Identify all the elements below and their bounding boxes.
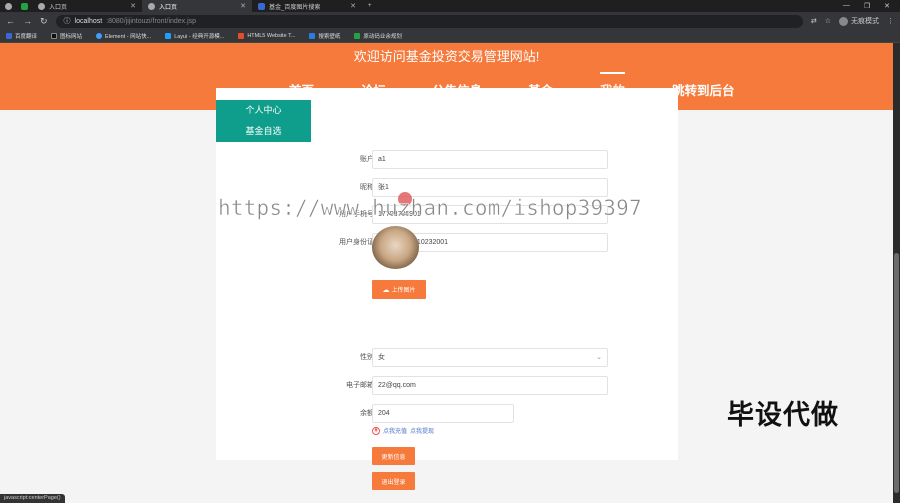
- info-icon: ⓘ: [63, 18, 71, 25]
- balance-row: 余额 204: [310, 404, 610, 424]
- bookmark-item[interactable]: Element - 网站快...: [96, 32, 151, 40]
- incognito-icon: [839, 16, 848, 26]
- bookmark-icon: [165, 33, 172, 39]
- window-controls: — ❐ ✕: [843, 2, 900, 10]
- sidebar-menu: 个人中心 基金自选: [216, 100, 311, 142]
- url-field[interactable]: ⓘ localhost:8080/jijintouzi/front/index.…: [55, 14, 803, 28]
- nav-admin[interactable]: 跳转到后台: [672, 80, 735, 99]
- gender-row: 性别 女 ⌄: [310, 348, 610, 368]
- globe-icon: [38, 2, 45, 10]
- balance-actions: ¥ 点我充值 点我提现: [372, 426, 434, 435]
- chevron-down-icon: ⌄: [596, 354, 602, 361]
- account-field[interactable]: a1: [372, 150, 608, 169]
- bookmark-item[interactable]: 搜索壁纸: [309, 32, 340, 40]
- bookmark-icon: [354, 33, 361, 39]
- bookmark-item[interactable]: 百度翻译: [6, 32, 37, 40]
- browser-tab-image-search[interactable]: 基金_百度图片搜索 ✕: [252, 0, 362, 12]
- page-scrollbar[interactable]: [893, 43, 900, 503]
- sidebar-item-profile[interactable]: 个人中心: [216, 100, 311, 121]
- bookmark-icon: [6, 33, 12, 39]
- brand-mark: 毕设代做: [727, 400, 839, 430]
- menu-icon[interactable]: ⋮: [887, 17, 894, 25]
- incognito-profile[interactable]: 无痕模式: [839, 16, 879, 26]
- translate-icon[interactable]: ⇄: [811, 17, 817, 25]
- avatar: [372, 226, 419, 269]
- star-icon[interactable]: ☆: [825, 17, 831, 25]
- bookmarks-bar: 百度翻译 图标网站 Element - 网站快... Layui - 经典开源模…: [0, 30, 900, 43]
- nickname-row: 昵称 张1: [310, 178, 610, 198]
- close-icon[interactable]: ✕: [350, 2, 356, 10]
- status-bar: javascript:centerPage(): [0, 494, 65, 503]
- bookmark-item[interactable]: HTML5 Website T...: [238, 33, 295, 39]
- back-icon[interactable]: ←: [6, 16, 15, 26]
- recharge-link[interactable]: 点我充值: [383, 426, 407, 435]
- browser-tab-bar: 入口页 ✕ 入口页 ✕ 基金_百度图片搜索 ✕ + — ❐ ✕: [0, 0, 900, 12]
- logout-button[interactable]: 退出登录: [372, 472, 415, 490]
- new-tab-button[interactable]: +: [362, 0, 378, 12]
- bookmark-icon: [51, 33, 58, 39]
- browser-tab-entry-2[interactable]: 入口页 ✕: [142, 0, 252, 12]
- minimize-icon[interactable]: —: [843, 2, 850, 10]
- browser-tab-entry-1[interactable]: 入口页 ✕: [32, 0, 142, 12]
- bookmark-icon: [96, 33, 103, 39]
- close-window-icon[interactable]: ✕: [884, 2, 890, 10]
- gender-select[interactable]: 女 ⌄: [372, 348, 608, 367]
- app-icon: [20, 2, 28, 10]
- bookmark-item[interactable]: Layui - 经典开源模...: [165, 32, 224, 40]
- globe-icon: [4, 2, 12, 10]
- bookmark-item[interactable]: 原动码业余规划: [354, 32, 402, 40]
- email-row: 电子邮箱 22@qq.com: [310, 376, 610, 396]
- restore-icon[interactable]: ❐: [864, 2, 870, 10]
- upload-image-button[interactable]: ☁ 上传图片: [372, 280, 426, 299]
- email-field[interactable]: 22@qq.com: [372, 376, 608, 395]
- update-info-button[interactable]: 更新信息: [372, 447, 415, 465]
- address-bar-row: ← → ↻ ⓘ localhost:8080/jijintouzi/front/…: [0, 12, 900, 30]
- reload-icon[interactable]: ↻: [40, 16, 48, 27]
- bookmark-item[interactable]: 图标网站: [51, 32, 82, 40]
- toolbar-right: ⇄ ☆ 无痕模式 ⋮: [811, 16, 894, 26]
- withdraw-link[interactable]: 点我提现: [410, 426, 434, 435]
- close-icon[interactable]: ✕: [240, 2, 246, 10]
- scrollbar-thumb[interactable]: [894, 253, 899, 493]
- sidebar-item-fund-watchlist[interactable]: 基金自选: [216, 121, 311, 142]
- yen-icon: ¥: [372, 426, 380, 435]
- watermark-url: https://www.huzhan.com/ishop39397: [218, 196, 642, 221]
- cloud-upload-icon: ☁: [382, 286, 390, 294]
- account-row: 账户 a1: [310, 150, 610, 170]
- browser-tab-1[interactable]: [0, 0, 16, 12]
- globe-icon: [148, 2, 155, 10]
- bookmark-icon: [238, 33, 245, 39]
- idcard-row: 用户身份证 410224199910232001: [310, 233, 610, 253]
- close-icon[interactable]: ✕: [130, 2, 136, 10]
- forward-icon[interactable]: →: [23, 16, 32, 26]
- site-title: 欢迎访问基金投资交易管理网站!: [353, 49, 540, 64]
- bookmark-icon: [309, 33, 316, 39]
- baidu-icon: [258, 2, 265, 10]
- browser-tab-2[interactable]: [16, 0, 32, 12]
- balance-field[interactable]: 204: [372, 404, 514, 423]
